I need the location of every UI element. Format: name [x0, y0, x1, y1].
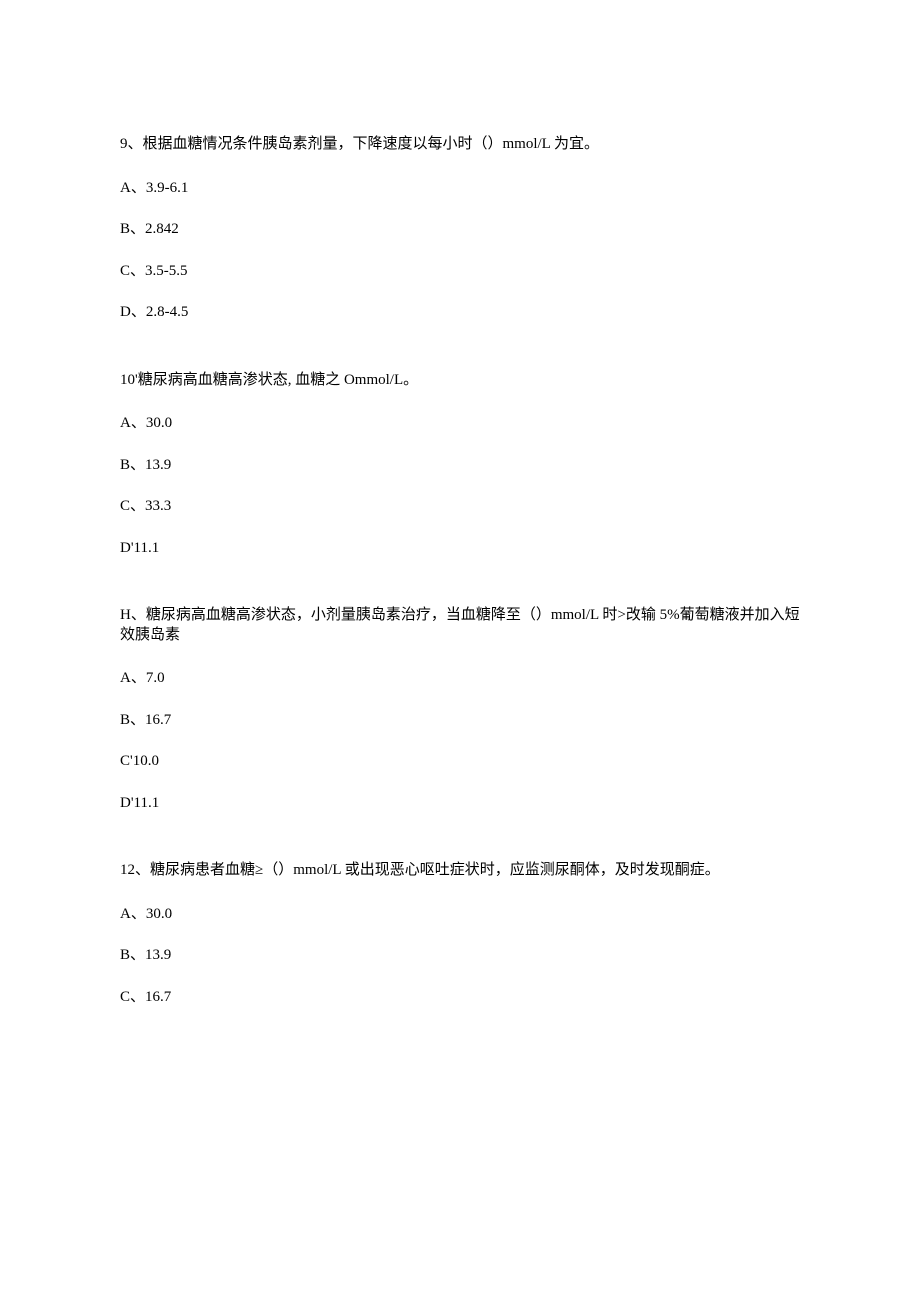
option-a: A、3.9-6.1: [120, 179, 800, 199]
option-a: A、30.0: [120, 905, 800, 925]
question-prompt: H、糖尿病高血糖高渗状态，小剂量胰岛素治疗，当血糖降至（）mmol/L 时>改输…: [120, 606, 800, 645]
option-b: B、2.842: [120, 220, 800, 240]
question-12: 12、糖尿病患者血糖≥（）mmol/L 或出现恶心呕吐症状时，应监测尿酮体，及时…: [120, 861, 800, 1007]
option-c: C'10.0: [120, 752, 800, 772]
option-b: B、16.7: [120, 711, 800, 731]
option-b: B、13.9: [120, 946, 800, 966]
option-d: D'11.1: [120, 539, 800, 559]
option-b: B、13.9: [120, 456, 800, 476]
question-prompt: 12、糖尿病患者血糖≥（）mmol/L 或出现恶心呕吐症状时，应监测尿酮体，及时…: [120, 861, 800, 881]
question-h: H、糖尿病高血糖高渗状态，小剂量胰岛素治疗，当血糖降至（）mmol/L 时>改输…: [120, 606, 800, 813]
option-d: D'11.1: [120, 794, 800, 814]
option-d: D、2.8-4.5: [120, 303, 800, 323]
option-c: C、33.3: [120, 497, 800, 517]
question-prompt: 10'糖尿病高血糖高渗状态, 血糖之 Ommol/L。: [120, 371, 800, 391]
page-content: 9、根据血糖情况条件胰岛素剂量，下降速度以每小时（）mmol/L 为宜。 A、3…: [0, 0, 920, 1115]
question-10: 10'糖尿病高血糖高渗状态, 血糖之 Ommol/L。 A、30.0 B、13.…: [120, 371, 800, 559]
question-9: 9、根据血糖情况条件胰岛素剂量，下降速度以每小时（）mmol/L 为宜。 A、3…: [120, 135, 800, 323]
option-a: A、7.0: [120, 669, 800, 689]
option-c: C、3.5-5.5: [120, 262, 800, 282]
option-c: C、16.7: [120, 988, 800, 1008]
question-prompt: 9、根据血糖情况条件胰岛素剂量，下降速度以每小时（）mmol/L 为宜。: [120, 135, 800, 155]
option-a: A、30.0: [120, 414, 800, 434]
